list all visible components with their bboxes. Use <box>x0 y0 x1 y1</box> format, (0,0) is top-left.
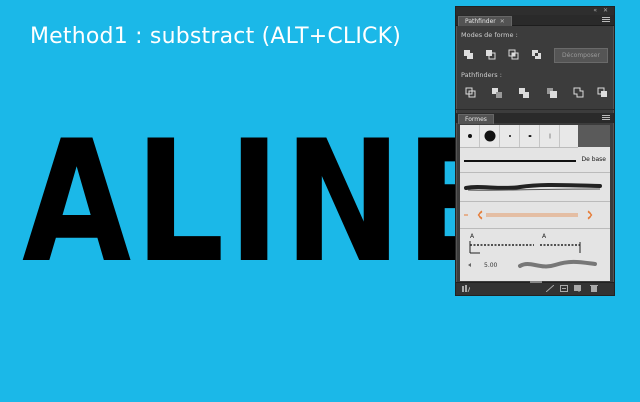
intersect-icon[interactable] <box>508 49 520 61</box>
brush-size-dark-area <box>578 125 610 147</box>
brushes-menu-icon[interactable] <box>602 115 610 121</box>
outline-icon[interactable] <box>573 87 585 99</box>
svg-text:A: A <box>470 233 475 240</box>
brush-size-hairline[interactable] <box>540 125 560 147</box>
pathfinder-tab-row: Pathfinder ✕ <box>456 15 614 26</box>
merge-icon[interactable] <box>518 87 530 99</box>
unite-icon[interactable] <box>463 49 475 61</box>
brush-art-charcoal[interactable] <box>460 173 610 202</box>
brush-size-row <box>460 125 578 148</box>
big-word-aline: ALINE <box>22 104 505 300</box>
brush-size-large[interactable] <box>480 125 500 147</box>
delete-icon[interactable] <box>590 285 598 292</box>
brush-library: De base A A 5.00 <box>460 125 610 281</box>
brush-basic-label: De base <box>581 156 606 163</box>
remove-stroke-icon[interactable] <box>546 285 554 292</box>
brush-basic[interactable]: De base <box>460 148 610 173</box>
svg-text:A: A <box>542 233 547 240</box>
panel-menu-icon[interactable] <box>602 17 610 23</box>
tab-brushes[interactable]: Formes <box>458 114 494 124</box>
expand-button[interactable]: Décomposer <box>554 48 608 63</box>
panel-separator <box>456 109 614 110</box>
new-brush-icon[interactable] <box>574 285 582 292</box>
brush-scatter-size: 5.00 <box>484 262 498 269</box>
brush-library-icon[interactable] <box>462 285 470 292</box>
tab-close-icon[interactable]: ✕ <box>500 18 505 25</box>
caption-text: Method1 : substract (ALT+CLICK) <box>30 24 402 49</box>
brush-size-small[interactable] <box>460 125 480 147</box>
panel-topbar[interactable]: « ✕ <box>456 7 614 15</box>
brush-scatter[interactable]: A A 5.00 <box>460 229 610 277</box>
brush-pattern-orange[interactable] <box>460 202 610 229</box>
minus-front-icon[interactable] <box>485 49 497 61</box>
brush-panel-bottom-bar <box>456 281 614 295</box>
pathfinders-label: Pathfinders : <box>461 71 502 79</box>
crop-icon[interactable] <box>546 87 558 99</box>
tab-pathfinder[interactable]: Pathfinder ✕ <box>458 16 512 26</box>
minus-back-icon[interactable] <box>597 87 609 99</box>
tab-pathfinder-label: Pathfinder <box>465 18 496 25</box>
brush-size-medium[interactable] <box>520 125 540 147</box>
resize-grip[interactable] <box>530 281 542 283</box>
brush-size-empty[interactable] <box>560 125 579 147</box>
exclude-icon[interactable] <box>531 49 543 61</box>
divide-icon[interactable] <box>465 87 477 99</box>
brush-size-tiny[interactable] <box>500 125 520 147</box>
collapse-close-icons[interactable]: « ✕ <box>593 7 610 14</box>
options-icon[interactable] <box>560 285 568 292</box>
shape-modes-label: Modes de forme : <box>461 31 518 39</box>
brushes-tab-row: Formes <box>456 113 614 124</box>
trim-icon[interactable] <box>491 87 503 99</box>
pathfinder-panel: « ✕ Pathfinder ✕ Modes de forme : Décompo… <box>455 6 615 296</box>
